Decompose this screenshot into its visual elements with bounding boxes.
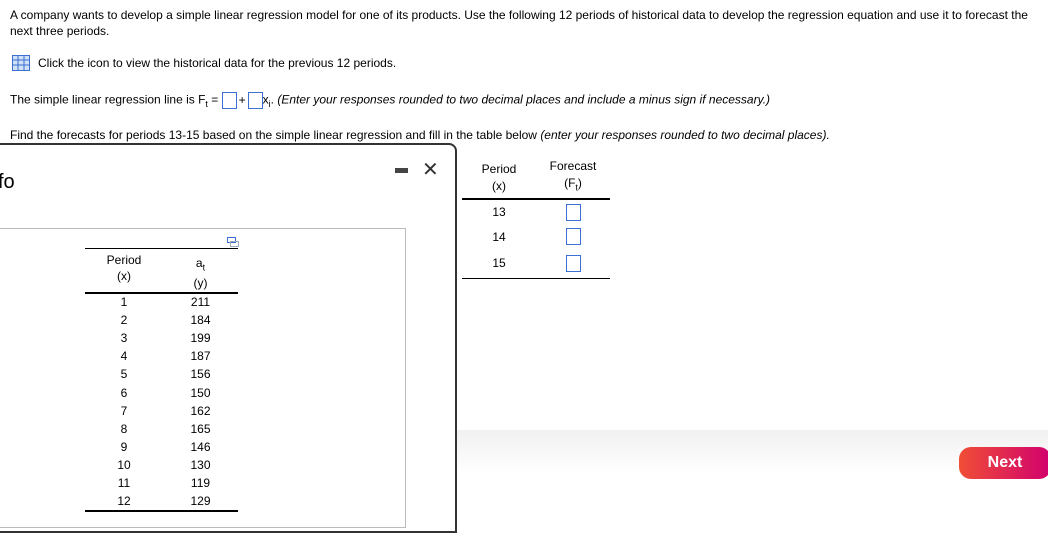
period-cell: 3 bbox=[120, 330, 128, 345]
next-button[interactable]: Next bbox=[959, 447, 1048, 479]
period: 13 bbox=[492, 205, 506, 219]
demand-cell: 150 bbox=[190, 385, 211, 400]
table-row: 15 bbox=[462, 249, 610, 278]
period-cell: 9 bbox=[120, 440, 128, 455]
col-period: Period (x) bbox=[481, 161, 517, 193]
table-grid-icon[interactable] bbox=[12, 55, 30, 71]
col-period: Period (x) bbox=[106, 253, 142, 283]
period-cell: 8 bbox=[120, 421, 128, 436]
forecast-prompt-text: Find the forecasts for periods 13-15 bas… bbox=[10, 128, 541, 142]
dot: . bbox=[270, 92, 274, 107]
forecast-prompt: Find the forecasts for periods 13-15 bas… bbox=[10, 128, 830, 142]
table-row: 5 156 bbox=[85, 365, 238, 383]
table-row: 11 119 bbox=[85, 474, 238, 492]
demand-cell: 119 bbox=[190, 476, 211, 491]
table-row: 8 165 bbox=[85, 420, 238, 438]
demand-cell: 162 bbox=[190, 403, 211, 418]
regression-label: The simple linear regression line is F bbox=[10, 92, 206, 107]
data-table-panel: Period (x) at (y) 1 211 2 184 3 199 4 187 5 156 6 150 7… bbox=[0, 228, 406, 528]
table-row: 4 187 bbox=[85, 347, 238, 365]
table-row: 9 146 bbox=[85, 438, 238, 456]
demand-cell: 165 bbox=[190, 421, 211, 436]
col-forecast: Forecast (Ft) bbox=[549, 159, 597, 193]
period-cell: 4 bbox=[120, 349, 128, 364]
table-row: 1 211 bbox=[85, 293, 238, 311]
forecast-input-13[interactable] bbox=[565, 203, 581, 221]
demand-cell: 130 bbox=[190, 458, 211, 473]
close-icon[interactable]: ✕ bbox=[422, 157, 439, 182]
forecast-table: Period (x) Forecast (Ft) 13 14 15 bbox=[462, 157, 610, 279]
slope-input[interactable] bbox=[247, 92, 263, 109]
period-cell: 6 bbox=[120, 385, 128, 400]
data-link[interactable]: Click the icon to view the historical da… bbox=[12, 55, 396, 71]
col-at: at (y) bbox=[193, 255, 208, 290]
expand-icon[interactable] bbox=[227, 237, 239, 247]
period-cell: 7 bbox=[120, 403, 128, 418]
period-cell: 5 bbox=[120, 367, 128, 382]
table-row: 14 bbox=[462, 224, 610, 249]
forecast-input-14[interactable] bbox=[565, 228, 581, 245]
intercept-input[interactable] bbox=[221, 92, 237, 109]
period-cell: 12 bbox=[117, 494, 131, 509]
question-text: A company wants to develop a simple line… bbox=[10, 8, 1028, 38]
period: 14 bbox=[492, 229, 506, 244]
forecast-input-15[interactable] bbox=[565, 254, 581, 272]
table-row: 6 150 bbox=[85, 383, 238, 401]
plus: + bbox=[238, 92, 246, 107]
period-cell: 2 bbox=[120, 312, 128, 327]
table-row: 7 162 bbox=[85, 402, 238, 420]
period-cell: 11 bbox=[117, 476, 131, 491]
table-row: 12 129 bbox=[85, 493, 238, 511]
demand-cell: 129 bbox=[190, 494, 211, 509]
regression-hint: (Enter your responses rounded to two dec… bbox=[277, 92, 771, 107]
data-link-text: Click the icon to view the historical da… bbox=[38, 56, 397, 70]
period: 15 bbox=[492, 256, 506, 271]
table-row: 3 199 bbox=[85, 329, 238, 347]
table-row: 2 184 bbox=[85, 311, 238, 329]
demand-cell: 156 bbox=[190, 367, 211, 382]
table-row: 10 130 bbox=[85, 456, 238, 474]
demand-cell: 211 bbox=[190, 295, 211, 310]
demand-cell: 146 bbox=[190, 440, 211, 455]
equals: = bbox=[207, 92, 222, 107]
regression-line: The simple linear regression line is Ft … bbox=[10, 92, 770, 109]
table-row: 13 bbox=[462, 199, 610, 224]
forecast-prompt-hint: (enter your responses rounded to two dec… bbox=[540, 128, 830, 142]
demand-cell: 184 bbox=[190, 312, 211, 327]
historical-data-table: Period (x) at (y) 1 211 2 184 3 199 4 187 5 156 6 150 7… bbox=[85, 248, 238, 512]
demand-cell: 187 bbox=[190, 349, 211, 364]
demand-cell: 199 bbox=[190, 330, 211, 345]
popup-title: fo bbox=[0, 171, 15, 193]
period-cell: 10 bbox=[117, 458, 131, 473]
minimize-icon[interactable] bbox=[395, 168, 408, 173]
period-cell: 1 bbox=[120, 295, 128, 310]
